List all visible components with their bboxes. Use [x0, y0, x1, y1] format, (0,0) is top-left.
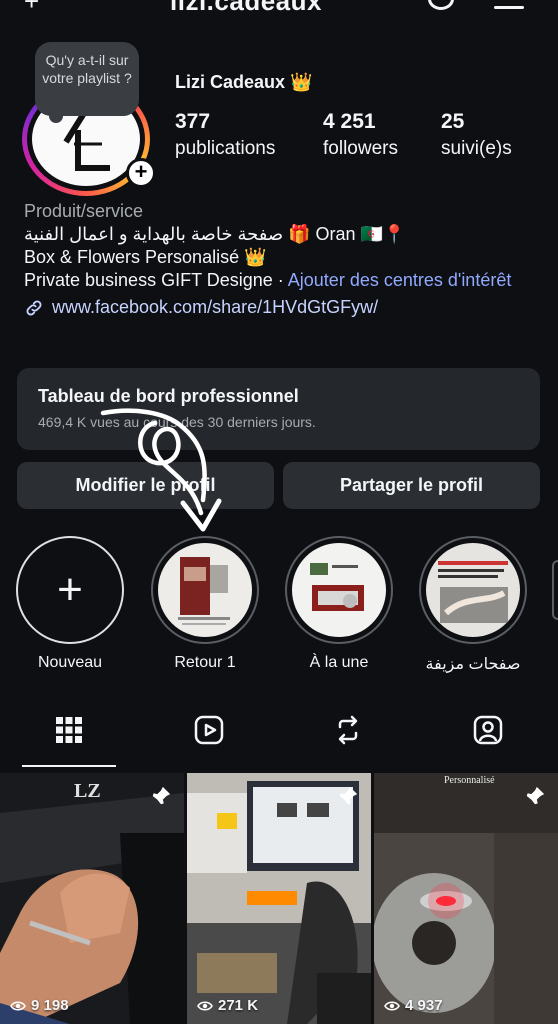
tab-grid[interactable] — [51, 712, 87, 748]
highlight-label: صفحات مزيفة — [425, 656, 521, 673]
highlight-new[interactable]: + Nouveau — [16, 536, 124, 672]
view-count-text: 271 K — [218, 997, 259, 1014]
menu-icon[interactable] — [494, 0, 524, 16]
bio-url-text: www.facebook.com/share/1HVdGtGFyw/ — [52, 297, 379, 317]
highlight-fake-pages[interactable]: صفحات مزيفة — [419, 536, 527, 674]
bio-line-3-text: Private business GIFT Designe · — [24, 270, 288, 290]
stat-value: 4 251 — [323, 110, 376, 133]
highlight-label: Retour 1 — [174, 654, 236, 671]
add-interests-link[interactable]: Ajouter des centres d'intérêt — [288, 270, 512, 290]
highlight-label: Nouveau — [37, 654, 103, 671]
tagged-person-icon — [473, 715, 503, 745]
add-story-icon[interactable]: + — [126, 158, 156, 188]
professional-dashboard[interactable]: Tableau de bord professionnel 469,4 K vu… — [17, 368, 540, 450]
view-count-text: 9 198 — [31, 997, 69, 1014]
eye-icon — [197, 1000, 213, 1011]
note-bubble[interactable]: Qu'y a-t-il sur votre playlist ? — [35, 42, 139, 123]
dashboard-title: Tableau de bord professionnel — [38, 386, 299, 406]
highlight-thumbnail — [158, 543, 252, 637]
dashboard-subtitle: 469,4 K vues au cours des 30 derniers jo… — [38, 414, 316, 430]
view-count: 4 937 — [384, 997, 443, 1014]
repost-icon — [338, 715, 358, 745]
post-image — [187, 773, 371, 1024]
tab-active-indicator — [22, 765, 116, 767]
stat-label: followers — [323, 138, 398, 159]
post-caption: Personnalisé — [444, 775, 495, 786]
posts-grid: LZ 9 198 271 K Personnalisé 4 937 — [0, 773, 558, 1024]
post-tile[interactable]: 271 K — [187, 773, 371, 1024]
bio-line-1: 📍Oran 🇩🇿 🎁 صفحة خاصة بالهداية و اعمال ال… — [24, 224, 406, 244]
bio-line-2: Box & Flowers Personalisé 👑 — [24, 247, 267, 267]
create-plus-icon[interactable]: + — [24, 0, 39, 17]
stat-value: 377 — [175, 110, 211, 133]
stat-followers[interactable]: 4 251 followers — [323, 110, 398, 160]
tab-reels[interactable] — [191, 712, 227, 748]
highlight-label: À la une — [309, 654, 369, 671]
post-tile[interactable]: Personnalisé 4 937 — [374, 773, 558, 1024]
threads-icon[interactable] — [428, 0, 454, 10]
pin-icon — [339, 786, 358, 805]
profile-name: Lizi Cadeaux 👑 — [175, 72, 313, 92]
stat-following[interactable]: 25 suivi(e)s — [441, 110, 512, 160]
view-count: 9 198 — [10, 997, 69, 1014]
top-bar: + lizi.cadeaux — [0, 0, 558, 17]
view-count: 271 K — [197, 997, 258, 1014]
post-image: LZ — [0, 773, 184, 1024]
bio-url[interactable]: www.facebook.com/share/1HVdGtGFyw/ — [24, 296, 544, 319]
post-tile[interactable]: LZ 9 198 — [0, 773, 184, 1024]
eye-icon — [10, 1000, 26, 1011]
tab-reposts[interactable] — [330, 712, 366, 748]
plus-icon: + — [57, 565, 83, 614]
grid-icon — [56, 717, 82, 743]
highlight-thumbnail — [426, 543, 520, 637]
username-title[interactable]: lizi.cadeaux — [170, 0, 322, 17]
bio-line-3: Private business GIFT Designe · Ajouter … — [24, 269, 544, 292]
pin-icon — [152, 786, 171, 805]
view-count-text: 4 937 — [405, 997, 443, 1014]
stat-label: publications — [175, 138, 276, 159]
highlight-retour[interactable]: Retour 1 — [151, 536, 259, 672]
eye-icon — [384, 1000, 400, 1011]
highlight-thumbnail — [292, 543, 386, 637]
share-profile-button[interactable]: Partager le profil — [283, 462, 540, 509]
bio-category: Produit/service — [24, 201, 144, 221]
reels-icon — [194, 715, 224, 745]
edit-profile-button[interactable]: Modifier le profil — [17, 462, 274, 509]
stat-label: suivi(e)s — [441, 138, 512, 159]
link-icon — [26, 300, 42, 315]
highlight-featured[interactable]: À la une — [285, 536, 393, 672]
pin-icon — [526, 786, 545, 805]
highlight-partial[interactable] — [552, 560, 558, 620]
post-image — [374, 773, 558, 1024]
stat-publications[interactable]: 377 publications — [175, 110, 275, 160]
bio-section: Produit/service 📍Oran 🇩🇿 🎁 صفحة خاصة بال… — [24, 200, 544, 319]
stat-value: 25 — [441, 110, 465, 133]
note-text: Qu'y a-t-il sur votre playlist ? — [42, 52, 132, 86]
profile-tabs — [0, 712, 558, 767]
tab-tagged[interactable] — [470, 712, 506, 748]
svg-text:LZ: LZ — [74, 780, 101, 802]
